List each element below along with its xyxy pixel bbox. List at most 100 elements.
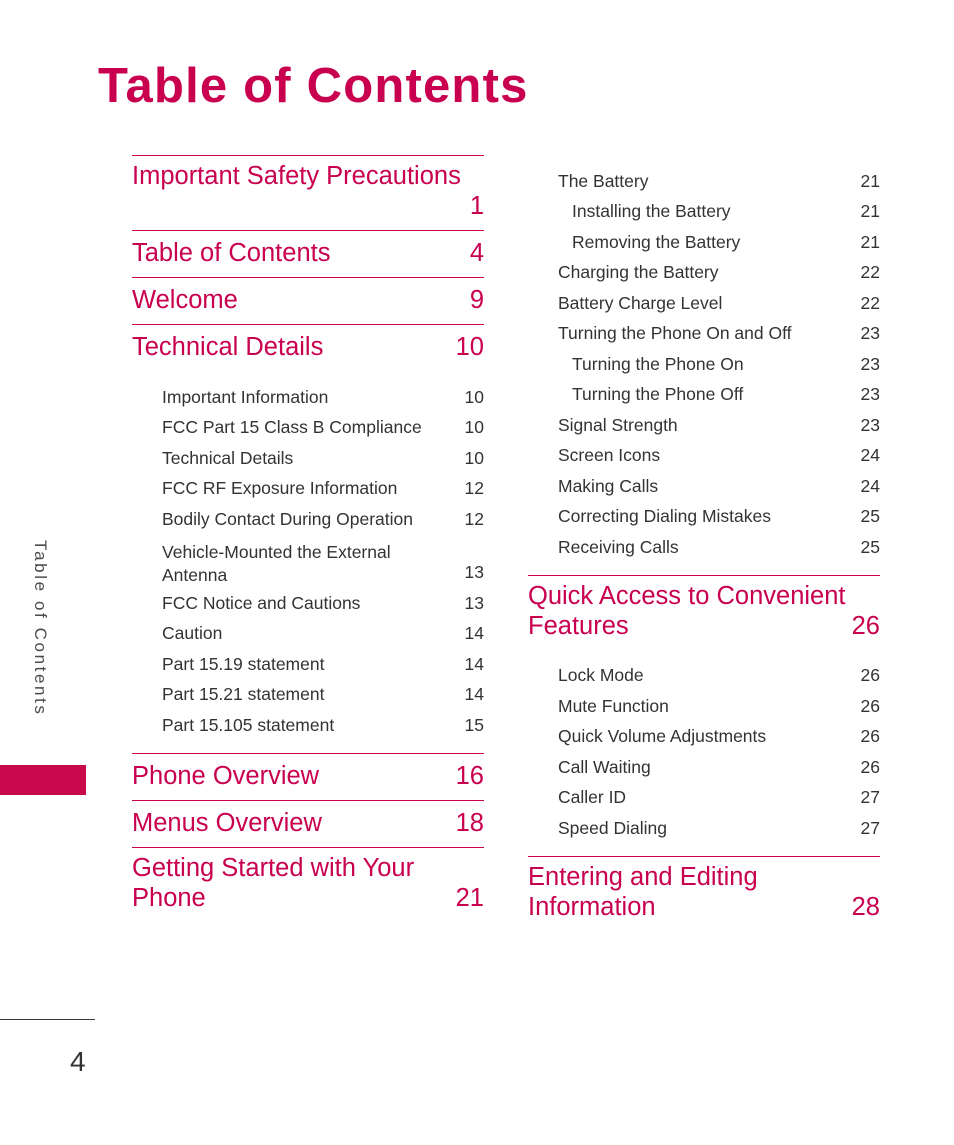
toc-group: Phone Overview 16 — [132, 752, 484, 800]
toc-subentry-screen-icons[interactable]: Screen Icons 24 — [558, 441, 880, 472]
toc-subentry-making-calls[interactable]: Making Calls 24 — [558, 471, 880, 502]
toc-entry-title: Phone Overview — [132, 761, 320, 790]
toc-subentry-page: 15 — [464, 714, 484, 735]
toc-entry-important-safety-precautions[interactable]: Important Safety Precautions 1 — [132, 156, 484, 230]
side-tab: Table of Contents — [0, 540, 86, 800]
toc-entry-page: 10 — [455, 333, 484, 362]
toc-subentry-page: 13 — [464, 592, 484, 613]
toc-subentry-title: Turning the Phone On — [572, 353, 744, 374]
toc-entry-page: 9 — [469, 286, 484, 315]
toc-subentry-title: Quick Volume Adjustments — [558, 726, 767, 747]
toc-subentry-bodily-contact-during-operation[interactable]: Bodily Contact During Operation 12 — [162, 504, 484, 535]
toc-subentry-title: Part 15.21 statement — [162, 684, 325, 705]
toc-subentry-fcc-rf-exposure-information[interactable]: FCC RF Exposure Information 12 — [162, 474, 484, 505]
toc-subentry-removing-the-battery[interactable]: Removing the Battery 21 — [572, 227, 880, 258]
side-tab-label: Table of Contents — [31, 540, 50, 717]
toc-subentry-part-15-105-statement[interactable]: Part 15.105 statement 15 — [162, 710, 484, 741]
toc-subentry-page: 14 — [464, 623, 484, 644]
toc-subentry-page: 26 — [860, 695, 880, 716]
toc-subentry-speed-dialing[interactable]: Speed Dialing 27 — [558, 813, 880, 844]
toc-subentry-title: FCC RF Exposure Information — [162, 478, 398, 499]
toc-subentry-page: 12 — [464, 478, 484, 499]
page-title: Table of Contents — [98, 59, 529, 113]
toc-entry-welcome[interactable]: Welcome 9 — [132, 278, 484, 324]
toc-subentry-receiving-calls[interactable]: Receiving Calls 25 — [558, 532, 880, 563]
toc-subentry-title: Correcting Dialing Mistakes — [558, 506, 771, 526]
toc-subentry-page: 21 — [860, 201, 880, 221]
toc-subentry-list: Important Information 10 FCC Part 15 Class… — [132, 371, 484, 752]
toc-group: Welcome 9 — [132, 277, 484, 324]
toc-subentry-title: Mute Function — [558, 695, 669, 716]
toc-group: Table of Contents 4 — [132, 230, 484, 277]
toc-subentry-part-15-21-statement[interactable]: Part 15.21 statement 14 — [162, 680, 484, 711]
toc-subentry-page: 24 — [860, 445, 880, 465]
toc-subentry-title: Installing the Battery — [572, 201, 731, 221]
side-tab-color-block — [0, 765, 86, 795]
toc-subentry-page: 23 — [860, 384, 880, 404]
toc-subentry-page: 23 — [860, 353, 880, 374]
toc-group: Entering and Editing Information 28 — [528, 855, 880, 931]
toc-entry-getting-started-with-your[interactable]: Getting Started with Your Phone 21 — [132, 848, 484, 922]
toc-subentry-installing-the-battery[interactable]: Installing the Battery 21 — [572, 197, 880, 228]
toc-group: Quick Access to Convenient Features 26 Lock… — [528, 574, 880, 856]
toc-subentry-charging-the-battery[interactable]: Charging the Battery 22 — [558, 258, 880, 289]
toc-subentry-mute-function[interactable]: Mute Function 26 — [558, 691, 880, 722]
toc-subentry-fcc-part-15-class-b-compliance[interactable]: FCC Part 15 Class B Compliance 10 — [162, 413, 484, 444]
toc-subentry-title: Screen Icons — [558, 445, 661, 465]
toc-subentry-turning-the-phone-on-and-off[interactable]: Turning the Phone On and Off 23 — [558, 319, 880, 350]
toc-subentry-vehicle-mounted-the-external[interactable]: Vehicle-Mounted the External Antenna 13 — [162, 535, 484, 588]
toc-group: Important Safety Precautions 1 — [132, 155, 484, 230]
toc-entry-table-of-contents[interactable]: Table of Contents 4 — [132, 231, 484, 277]
toc-entry-title: Menus Overview — [132, 808, 322, 837]
toc-subentry-important-information[interactable]: Important Information 10 — [162, 382, 484, 413]
toc-subentry-title: Bodily Contact During Operation — [162, 508, 413, 529]
toc-subentry-page: 12 — [464, 508, 484, 529]
toc-entry-page: 1 — [469, 192, 484, 221]
toc-subentry-correcting-dialing-mistakes[interactable]: Correcting Dialing Mistakes 25 — [558, 502, 880, 533]
toc-subentry-lock-mode[interactable]: Lock Mode 26 — [558, 661, 880, 692]
toc-entry-phone-overview[interactable]: Phone Overview 16 — [132, 754, 484, 800]
toc-entry-page: 4 — [469, 239, 484, 268]
toc-subentry-turning-the-phone-off[interactable]: Turning the Phone Off 23 — [572, 380, 880, 411]
toc-column-right: The Battery 21 Installing the Battery 21 Rem… — [528, 155, 880, 931]
toc-subentry-title: Receiving Calls — [558, 536, 679, 557]
toc-subentry-title: Caller ID — [558, 787, 627, 808]
toc-subentry-fcc-notice-and-cautions[interactable]: FCC Notice and Cautions 13 — [162, 588, 484, 619]
toc-subentry-title: Important Information — [162, 386, 329, 407]
toc-subentry-title: Lock Mode — [558, 665, 644, 686]
toc-subentry-page: 27 — [860, 787, 880, 808]
toc-entry-title: Important Safety Precautions — [132, 162, 461, 190]
toc-subentry-title: Part 15.19 statement — [162, 653, 325, 674]
toc-subentry-battery-charge-level[interactable]: Battery Charge Level 22 — [558, 288, 880, 319]
toc-entry-technical-details[interactable]: Technical Details 10 — [132, 325, 484, 371]
toc-subentry-quick-volume-adjustments[interactable]: Quick Volume Adjustments 26 — [558, 722, 880, 753]
toc-subentry-technical-details[interactable]: Technical Details 10 — [162, 443, 484, 474]
toc-subentry-title: Part 15.105 statement — [162, 714, 335, 735]
toc-subentry-page: 27 — [860, 817, 880, 838]
toc-subentry-page: 10 — [464, 417, 484, 438]
toc-subentry-page: 22 — [860, 292, 880, 313]
toc-subentry-the-battery[interactable]: The Battery 21 — [558, 166, 880, 197]
toc-subentry-caution[interactable]: Caution 14 — [162, 619, 484, 650]
toc-subentry-page: 14 — [464, 684, 484, 705]
toc-subentry-call-waiting[interactable]: Call Waiting 26 — [558, 752, 880, 783]
page-number: 4 — [70, 1046, 86, 1077]
toc-entry-title: Table of Contents — [132, 239, 331, 268]
toc-subentry-caller-id[interactable]: Caller ID 27 — [558, 783, 880, 814]
toc-subentry-signal-strength[interactable]: Signal Strength 23 — [558, 410, 880, 441]
toc-subentry-title: Caution — [162, 623, 223, 644]
toc-subentry-title: Turning the Phone Off — [572, 384, 744, 404]
toc-subentry-page: 25 — [860, 506, 880, 526]
toc-subentry-title: Speed Dialing — [558, 817, 667, 838]
toc-subentry-page: 26 — [860, 726, 880, 747]
toc-entry-menus-overview[interactable]: Menus Overview 18 — [132, 801, 484, 847]
toc-subentry-part-15-19-statement[interactable]: Part 15.19 statement 14 — [162, 649, 484, 680]
toc-column-left: Important Safety Precautions 1 Table of Co… — [132, 155, 484, 922]
toc-subentry-turning-the-phone-on[interactable]: Turning the Phone On 23 — [572, 349, 880, 380]
toc-subentry-title: Removing the Battery — [572, 231, 741, 252]
toc-subentry-page: 10 — [464, 447, 484, 468]
toc-subentry-title: Battery Charge Level — [558, 292, 723, 313]
toc-entry-quick-access-to-convenient[interactable]: Quick Access to Convenient Features 26 — [528, 576, 880, 650]
toc-subentry-page: 14 — [464, 653, 484, 674]
toc-entry-entering-and-editing[interactable]: Entering and Editing Information 28 — [528, 857, 880, 931]
